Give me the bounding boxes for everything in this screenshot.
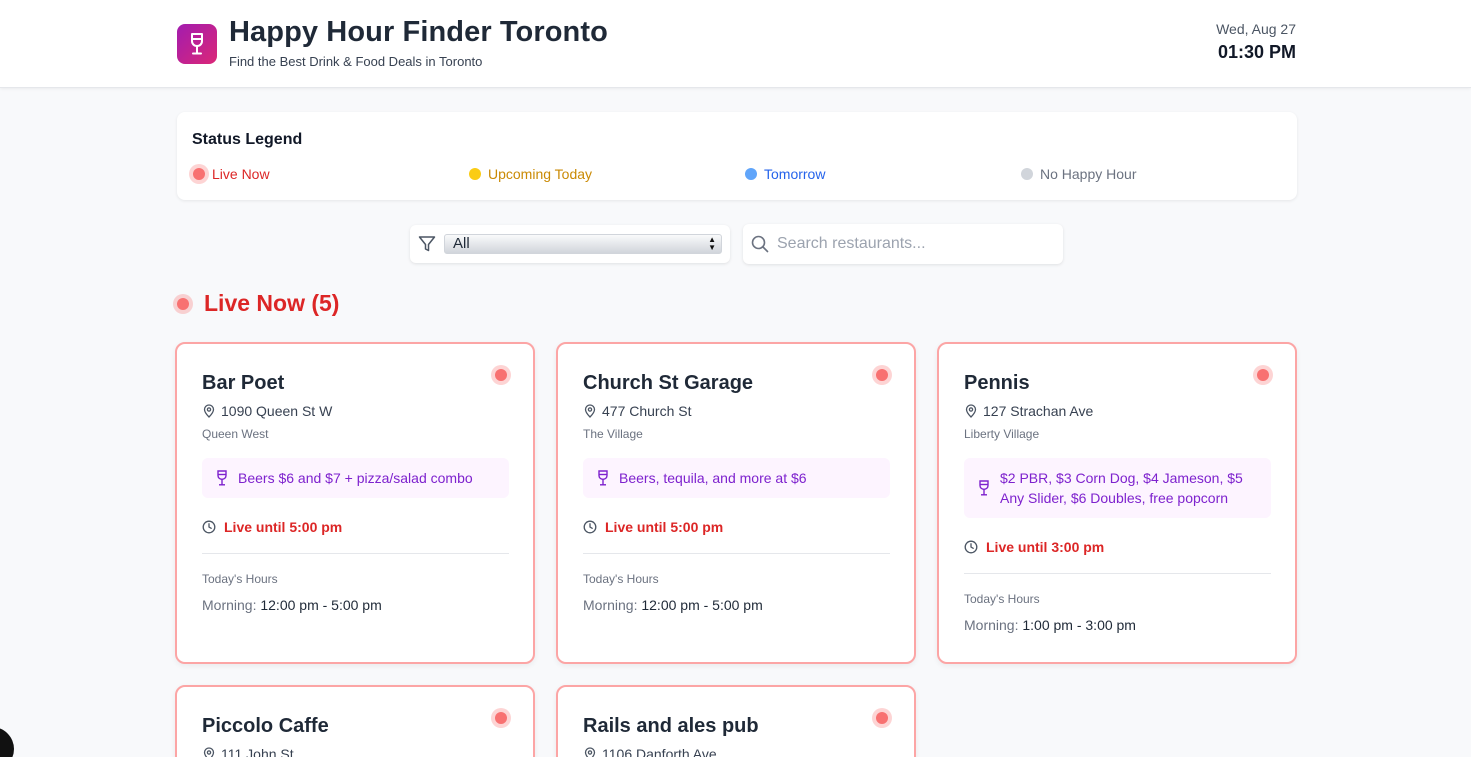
deal-text: Beers $6 and $7 + pizza/salad combo xyxy=(238,470,473,486)
hours-row: Morning: 1:00 pm - 3:00 pm xyxy=(964,617,1136,633)
clock-icon xyxy=(202,520,216,534)
search-box xyxy=(743,224,1063,264)
legend-title: Status Legend xyxy=(192,131,303,148)
tomorrow-status-dot xyxy=(745,168,757,180)
hours-period: Morning: xyxy=(202,597,257,613)
select-arrows-icon: ▲ ▼ xyxy=(708,235,716,252)
live-status-dot xyxy=(193,168,205,180)
address-text: 1106 Danforth Ave xyxy=(602,746,717,757)
live-until: Live until 5:00 pm xyxy=(583,519,723,535)
deal-box: Beers, tequila, and more at $6 xyxy=(583,458,890,498)
status-select[interactable]: All ▲ ▼ xyxy=(444,234,722,254)
live-status-dot xyxy=(495,712,507,724)
current-date: Wed, Aug 27 xyxy=(1216,21,1296,37)
clock-icon xyxy=(583,520,597,534)
legend-label: Live Now xyxy=(212,166,270,182)
restaurant-address: 111 John St xyxy=(202,746,294,757)
address-text: 477 Church St xyxy=(602,403,692,419)
restaurant-card[interactable]: Church St Garage 477 Church St The Villa… xyxy=(556,342,916,664)
location-pin-icon xyxy=(584,747,596,757)
address-text: 1090 Queen St W xyxy=(221,403,333,419)
restaurant-address: 127 Strachan Ave xyxy=(964,403,1093,419)
hours-row: Morning: 12:00 pm - 5:00 pm xyxy=(202,597,382,613)
legend-item-no-happy-hour: No Happy Hour xyxy=(1021,166,1137,182)
wine-glass-icon xyxy=(191,33,203,55)
search-input[interactable] xyxy=(777,232,1052,256)
restaurant-card[interactable]: Bar Poet 1090 Queen St W Queen West Beer… xyxy=(175,342,535,664)
live-until-text: Live until 5:00 pm xyxy=(605,519,724,535)
window-corner xyxy=(0,727,14,757)
restaurant-address: 1090 Queen St W xyxy=(202,403,332,419)
address-text: 127 Strachan Ave xyxy=(983,403,1094,419)
hours-label: Today's Hours xyxy=(202,572,278,586)
restaurant-name: Church St Garage xyxy=(583,372,754,394)
live-status-dot xyxy=(1257,369,1269,381)
status-select-value: All xyxy=(453,235,470,252)
live-status-dot xyxy=(177,297,189,310)
restaurant-card[interactable]: Piccolo Caffe 111 John St xyxy=(175,685,535,757)
app-title: Happy Hour Finder Toronto xyxy=(229,16,608,48)
deal-text: $2 PBR, $3 Corn Dog, $4 Jameson, $5 Any … xyxy=(1000,470,1243,506)
restaurant-name: Rails and ales pub xyxy=(583,715,759,737)
hours-time: 12:00 pm - 5:00 pm xyxy=(641,597,763,613)
live-until: Live until 5:00 pm xyxy=(202,519,342,535)
card-divider xyxy=(202,553,509,554)
live-status-dot xyxy=(876,712,888,724)
restaurant-neighborhood: The Village xyxy=(583,427,643,441)
upcoming-status-dot xyxy=(469,168,481,180)
hours-period: Morning: xyxy=(583,597,638,613)
live-until-text: Live until 3:00 pm xyxy=(986,539,1105,555)
location-pin-icon xyxy=(203,747,215,757)
search-icon xyxy=(751,235,769,253)
location-pin-icon xyxy=(965,404,977,418)
status-legend: Status Legend Live Now Upcoming Today To… xyxy=(177,112,1297,200)
deal-box: Beers $6 and $7 + pizza/salad combo xyxy=(202,458,509,498)
live-status-dot xyxy=(876,369,888,381)
restaurant-card[interactable]: Pennis 127 Strachan Ave Liberty Village … xyxy=(937,342,1297,664)
hours-label: Today's Hours xyxy=(583,572,659,586)
section-title-text: Live Now (5) xyxy=(204,290,340,316)
restaurant-card[interactable]: Rails and ales pub 1106 Danforth Ave xyxy=(556,685,916,757)
status-filter: All ▲ ▼ xyxy=(410,225,730,263)
hours-row: Morning: 12:00 pm - 5:00 pm xyxy=(583,597,763,613)
restaurant-neighborhood: Liberty Village xyxy=(964,427,1040,441)
legend-label: No Happy Hour xyxy=(1040,166,1137,182)
live-until: Live until 3:00 pm xyxy=(964,539,1104,555)
card-divider xyxy=(583,553,890,554)
deal-box: $2 PBR, $3 Corn Dog, $4 Jameson, $5 Any … xyxy=(964,458,1271,518)
restaurant-name: Pennis xyxy=(964,372,1030,394)
legend-item-live-now: Live Now xyxy=(193,166,270,182)
legend-item-tomorrow: Tomorrow xyxy=(745,166,825,182)
legend-label: Tomorrow xyxy=(764,166,826,182)
restaurant-name: Bar Poet xyxy=(202,372,285,394)
wine-glass-icon xyxy=(598,470,608,486)
hours-time: 1:00 pm - 3:00 pm xyxy=(1022,617,1136,633)
hours-period: Morning: xyxy=(964,617,1019,633)
restaurant-address: 477 Church St xyxy=(583,403,692,419)
deal-text: Beers, tequila, and more at $6 xyxy=(619,470,807,486)
live-until-text: Live until 5:00 pm xyxy=(224,519,343,535)
legend-label: Upcoming Today xyxy=(488,166,593,182)
current-time: 01:30 PM xyxy=(1217,42,1296,62)
hours-time: 12:00 pm - 5:00 pm xyxy=(260,597,382,613)
app-subtitle: Find the Best Drink & Food Deals in Toro… xyxy=(229,54,483,69)
app-header: Happy Hour Finder Toronto Find the Best … xyxy=(0,0,1471,88)
card-divider xyxy=(964,573,1271,574)
wine-glass-icon xyxy=(217,470,227,486)
wine-glass-icon xyxy=(979,480,989,496)
location-pin-icon xyxy=(584,404,596,418)
restaurant-neighborhood: Queen West xyxy=(202,427,269,441)
clock-icon xyxy=(964,540,978,554)
live-status-dot xyxy=(495,369,507,381)
address-text: 111 John St xyxy=(221,746,294,757)
hours-label: Today's Hours xyxy=(964,592,1040,606)
legend-item-upcoming: Upcoming Today xyxy=(469,166,592,182)
location-pin-icon xyxy=(203,404,215,418)
section-title-live-now: Live Now (5) xyxy=(174,290,339,317)
restaurant-address: 1106 Danforth Ave xyxy=(583,746,717,757)
restaurant-name: Piccolo Caffe xyxy=(202,715,329,737)
no-happy-hour-status-dot xyxy=(1021,168,1033,180)
filter-icon xyxy=(418,236,436,252)
app-logo xyxy=(177,24,217,64)
